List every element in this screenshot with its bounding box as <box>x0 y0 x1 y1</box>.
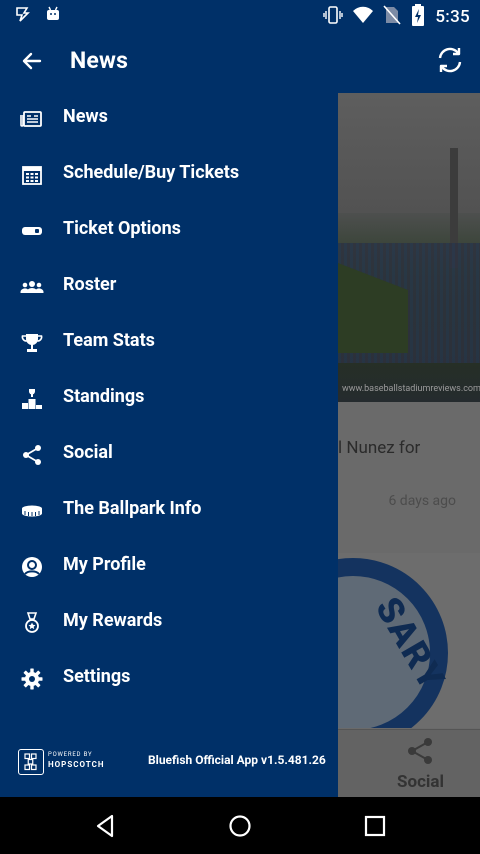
drawer-item-label: Roster <box>63 274 117 295</box>
system-nav-bar <box>0 797 480 854</box>
page-title: News <box>70 47 129 74</box>
article-hero-image: www.baseballstadiumreviews.com <box>338 93 480 402</box>
drawer-item-my-profile[interactable]: My Profile <box>0 541 338 597</box>
drawer-item-label: Social <box>63 442 113 463</box>
drawer-item-standings[interactable]: Standings <box>0 373 338 429</box>
drawer-item-label: The Ballpark Info <box>63 498 202 519</box>
calendar-icon <box>20 163 44 187</box>
no-sim-icon <box>383 5 401 29</box>
drawer-item-label: News <box>63 106 108 127</box>
vibrate-icon <box>323 5 344 29</box>
hopscotch-brand-text: HOPSCOTCH <box>48 760 105 769</box>
ticket-icon <box>20 219 44 243</box>
drawer-item-label: Schedule/Buy Tickets <box>63 162 240 183</box>
status-time: 5:35 <box>435 7 470 27</box>
group-icon <box>20 275 44 299</box>
android-icon <box>44 5 62 27</box>
drawer-item-ballpark-info[interactable]: The Ballpark Info <box>0 485 338 541</box>
battery-icon <box>411 4 425 30</box>
drawer-item-schedule[interactable]: Schedule/Buy Tickets <box>0 149 338 205</box>
gear-icon <box>20 667 44 691</box>
drawer-item-team-stats[interactable]: Team Stats <box>0 317 338 373</box>
article-date: 6 days ago <box>388 493 456 509</box>
drawer-item-label: My Profile <box>63 554 146 575</box>
medal-icon <box>20 611 44 635</box>
profile-icon <box>20 555 44 579</box>
tab-social[interactable]: Social <box>338 729 480 797</box>
hopscotch-notify-icon <box>14 5 32 27</box>
share-icon <box>405 736 435 766</box>
trophy-icon <box>20 331 44 355</box>
app-bar: News <box>0 30 480 93</box>
drawer-item-social[interactable]: Social <box>0 429 338 485</box>
back-triangle-icon[interactable] <box>92 812 120 840</box>
drawer-item-news[interactable]: News <box>0 93 338 149</box>
article-logo-image: SARY <box>338 553 480 728</box>
image-watermark: www.baseballstadiumreviews.com <box>342 384 480 394</box>
drawer-item-settings[interactable]: Settings <box>0 653 338 709</box>
drawer-item-label: Settings <box>63 666 131 687</box>
drawer-item-roster[interactable]: Roster <box>0 261 338 317</box>
drawer-item-label: Standings <box>63 386 145 407</box>
recents-square-icon[interactable] <box>361 812 389 840</box>
status-bar: 5:35 <box>0 0 480 30</box>
arrow-back-icon[interactable] <box>20 49 44 73</box>
nav-drawer: News Schedule/Buy Tickets Ticket Options… <box>0 93 338 797</box>
share-icon <box>20 443 44 467</box>
news-icon <box>20 107 44 131</box>
tab-label: Social <box>397 772 445 792</box>
home-circle-icon[interactable] <box>226 812 254 840</box>
podium-icon <box>20 387 44 411</box>
drawer-item-my-rewards[interactable]: My Rewards <box>0 597 338 653</box>
powered-by-text: POWERED BY <box>48 751 93 758</box>
refresh-icon[interactable] <box>434 44 466 76</box>
app-version: Bluefish Official App v1.5.481.26 <box>148 753 326 767</box>
stadium-icon <box>20 499 44 523</box>
drawer-item-ticket-options[interactable]: Ticket Options <box>0 205 338 261</box>
drawer-footer: POWERED BY HOPSCOTCH Bluefish Official A… <box>0 747 338 797</box>
drawer-item-label: Ticket Options <box>63 218 181 239</box>
drawer-item-label: My Rewards <box>63 610 163 631</box>
hopscotch-logo-icon <box>18 749 44 775</box>
wifi-icon <box>353 6 374 28</box>
drawer-item-label: Team Stats <box>63 330 155 351</box>
article-snippet: l Nunez for <box>338 438 421 458</box>
powered-by-hopscotch-logo[interactable]: POWERED BY HOPSCOTCH <box>18 749 106 775</box>
